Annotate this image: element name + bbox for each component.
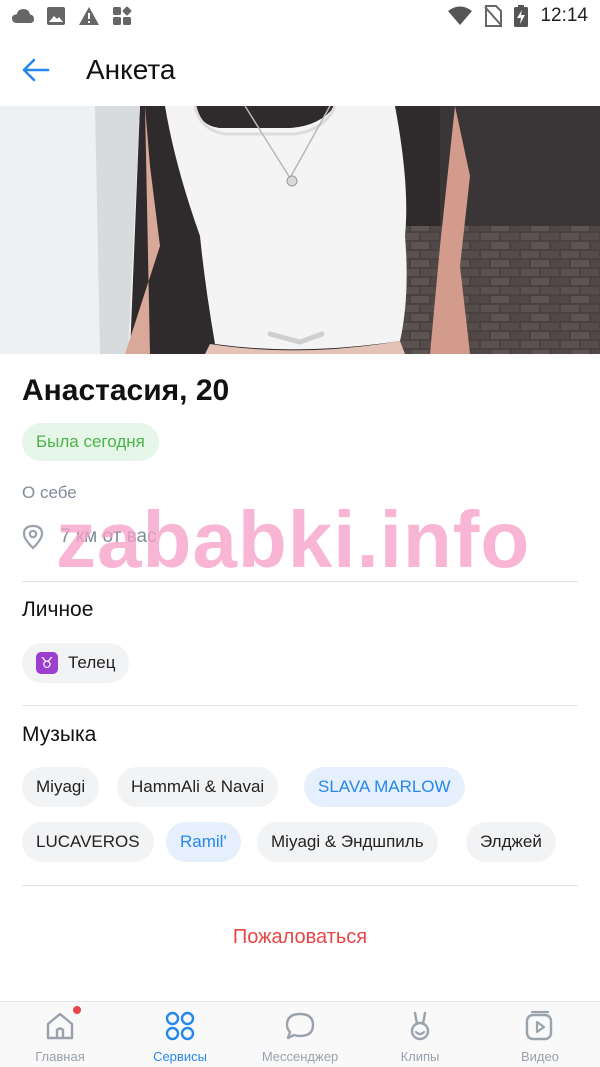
tab-label: Главная	[35, 1049, 85, 1064]
image-icon	[47, 7, 65, 25]
music-section-title: Музыка	[22, 723, 97, 746]
battery-charging-icon	[514, 5, 529, 27]
notification-icons	[12, 6, 132, 26]
divider	[22, 581, 578, 582]
notification-dot	[73, 1006, 81, 1014]
system-icons: 12:14	[448, 5, 588, 27]
report-button[interactable]: Пожаловаться	[0, 926, 600, 949]
tab-label: Сервисы	[153, 1049, 207, 1064]
arrow-left-icon	[22, 58, 50, 82]
profile-photo-image	[0, 106, 600, 354]
warning-icon	[79, 7, 99, 25]
back-button[interactable]	[14, 48, 58, 92]
app-bar: Анкета	[0, 34, 600, 106]
video-icon	[525, 1010, 553, 1041]
music-tag-chip[interactable]: Miyagi	[22, 767, 100, 807]
page-title: Анкета	[86, 54, 176, 85]
tab-label: Клипы	[400, 1049, 440, 1064]
bottom-tab-bar: Главная Сервисы Мессенджер Клипы Видео	[0, 1001, 600, 1067]
tab-clips[interactable]: Клипы	[360, 1002, 480, 1067]
online-status-badge: Была сегодня	[22, 423, 159, 461]
music-tag-chip[interactable]: SLAVA MARLOW	[304, 767, 465, 807]
personal-section-title: Личное	[22, 598, 94, 621]
tab-messenger[interactable]: Мессенджер	[240, 1002, 360, 1067]
divider	[22, 705, 578, 706]
divider	[22, 885, 578, 886]
location-pin-icon	[22, 524, 44, 550]
tab-label: Мессенджер	[261, 1049, 339, 1064]
music-tag-chip[interactable]: Ramil'	[166, 822, 241, 862]
zodiac-label: Телец	[68, 653, 116, 672]
tab-video[interactable]: Видео	[480, 1002, 600, 1067]
status-bar: 12:14	[0, 0, 600, 34]
home-icon	[46, 1012, 74, 1040]
profile-photo[interactable]	[0, 106, 600, 354]
wifi-icon	[448, 6, 473, 25]
clips-icon	[410, 1011, 430, 1041]
tab-label: Видео	[521, 1049, 559, 1064]
music-tag-chip[interactable]: Miyagi & Эндшпиль	[257, 822, 438, 862]
music-tag-chip[interactable]: Элджей	[466, 822, 556, 862]
music-tag-chip[interactable]: HammAli & Navai	[117, 767, 279, 807]
taurus-icon: ♉	[36, 652, 58, 674]
profile-name: Анастасия, 20	[22, 374, 230, 407]
no-sim-icon	[484, 5, 503, 27]
music-tag-chip[interactable]: LUCAVEROS	[22, 822, 154, 862]
services-icon	[165, 1011, 195, 1041]
apps-icon	[113, 6, 132, 25]
tab-services[interactable]: Сервисы	[120, 1002, 240, 1067]
zodiac-chip[interactable]: ♉ Телец	[22, 643, 130, 683]
messenger-icon	[285, 1012, 315, 1040]
tab-home[interactable]: Главная	[0, 1002, 120, 1067]
clock: 12:14	[540, 5, 588, 26]
cloud-icon	[12, 9, 34, 23]
watermark: zababki.info	[56, 495, 531, 584]
